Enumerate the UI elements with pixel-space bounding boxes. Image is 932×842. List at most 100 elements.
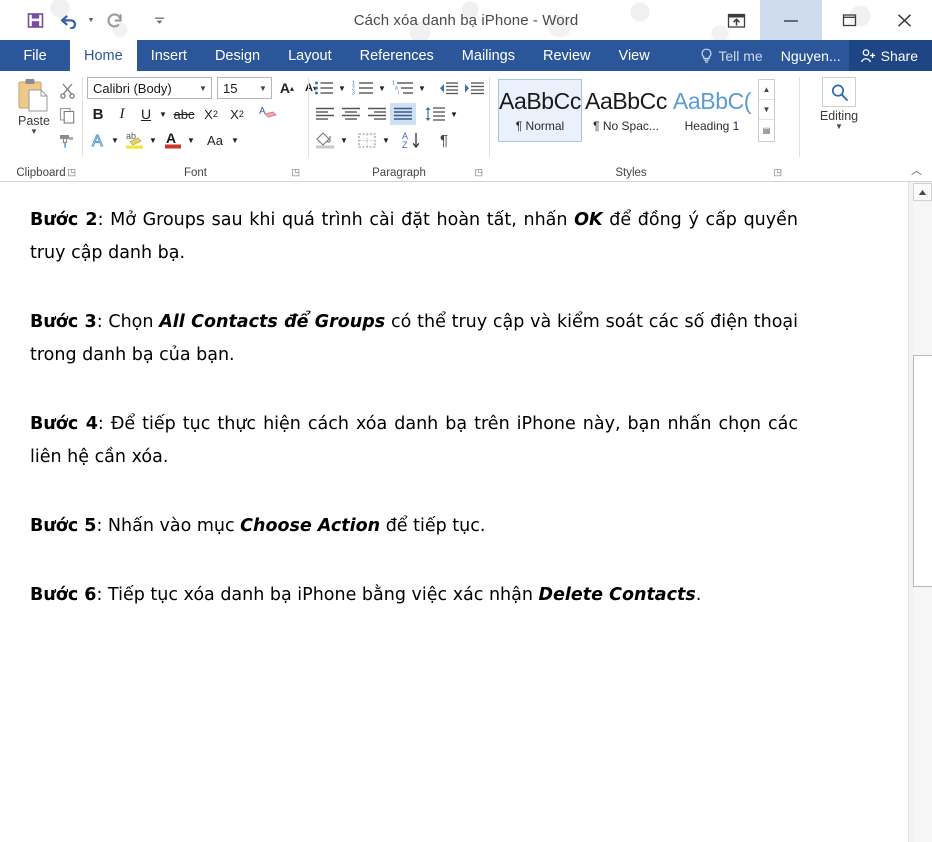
styles-more-button[interactable]: ▤	[759, 120, 774, 140]
numbering-button[interactable]: 1 2 3	[350, 77, 376, 99]
paste-button[interactable]: Paste ▼	[10, 77, 58, 136]
paste-icon	[18, 79, 48, 112]
close-button[interactable]	[876, 0, 932, 40]
paragraph-run: để tiếp tục.	[380, 516, 486, 536]
paragraph-run: : Để tiếp tục thực hiện cách xóa danh bạ…	[30, 414, 798, 467]
paragraph-run-bold: Bước 6	[30, 585, 97, 605]
tab-home[interactable]: Home	[70, 40, 137, 71]
scrollbar-thumb[interactable]	[913, 355, 932, 587]
paragraph-dialog-launcher[interactable]: ◳	[474, 167, 483, 178]
decrease-indent-button[interactable]	[436, 77, 460, 99]
scroll-up-button[interactable]	[913, 183, 932, 201]
tab-file[interactable]: File	[0, 40, 70, 71]
svg-text:A: A	[92, 133, 103, 149]
tab-references[interactable]: References	[346, 40, 448, 71]
underline-dropdown-button[interactable]: ▼	[157, 103, 169, 125]
tab-view[interactable]: View	[605, 40, 664, 71]
highlight-dropdown-button[interactable]: ▼	[147, 129, 159, 151]
clear-formatting-button[interactable]: A	[255, 103, 279, 125]
line-spacing-dropdown-button[interactable]: ▼	[448, 103, 460, 125]
ribbon-tab-bar: File Home Insert Design Layout Reference…	[0, 40, 932, 71]
sort-button[interactable]: A Z	[398, 129, 424, 151]
chevron-down-icon[interactable]: ▼	[255, 84, 271, 93]
borders-button[interactable]	[354, 129, 380, 151]
tab-insert[interactable]: Insert	[137, 40, 201, 71]
superscript-button[interactable]: X2	[225, 103, 249, 125]
style-item-heading-1[interactable]: AaBbC( Heading 1	[670, 79, 754, 142]
bullets-dropdown-button[interactable]: ▼	[336, 77, 348, 99]
styles-dialog-launcher[interactable]: ◳	[773, 167, 782, 178]
copy-button[interactable]	[56, 104, 78, 126]
ribbon-group-editing: Editing ▼	[800, 71, 880, 182]
tab-layout[interactable]: Layout	[274, 40, 346, 71]
show-formatting-marks-button[interactable]: ¶	[432, 129, 456, 151]
minimize-button[interactable]	[760, 0, 822, 40]
italic-button[interactable]: I	[111, 103, 133, 125]
font-size-value: 15	[223, 80, 238, 96]
account-name[interactable]: Nguyen...	[773, 40, 849, 71]
numbering-dropdown-button[interactable]: ▼	[376, 77, 388, 99]
bullet-list-icon	[314, 81, 333, 95]
increase-indent-button[interactable]	[462, 77, 486, 99]
title-bar: ▼ Cách xóa danh bạ iPhone - Word	[0, 0, 932, 40]
collapse-ribbon-button[interactable]: ︿	[911, 162, 922, 178]
style-preview: AaBbC(	[672, 88, 752, 114]
shading-dropdown-button[interactable]: ▼	[338, 129, 350, 151]
borders-dropdown-button[interactable]: ▼	[380, 129, 392, 151]
line-spacing-button[interactable]	[422, 103, 448, 125]
bold-button[interactable]: B	[87, 103, 109, 125]
paragraph-run-bold: Bước 2	[30, 210, 98, 230]
tab-mailings[interactable]: Mailings	[448, 40, 529, 71]
ribbon-display-options-button[interactable]	[712, 0, 760, 40]
text-effects-button[interactable]: A	[87, 129, 109, 151]
bullets-button[interactable]	[312, 77, 336, 99]
editing-button[interactable]: Editing ▼	[813, 77, 865, 131]
font-color-dropdown-button[interactable]: ▼	[185, 129, 197, 151]
maximize-button[interactable]	[822, 0, 876, 40]
paragraph-run-emphasis: OK	[574, 210, 603, 230]
chevron-down-icon[interactable]: ▼	[30, 128, 38, 136]
style-item-no-spacing[interactable]: AaBbCc ¶ No Spac...	[584, 79, 668, 142]
styles-scroll-up-button[interactable]: ▲	[759, 80, 774, 100]
justify-button[interactable]	[390, 103, 416, 125]
tab-design[interactable]: Design	[201, 40, 274, 71]
align-center-button[interactable]	[338, 103, 364, 125]
ribbon-group-styles-label: Styles	[615, 167, 647, 179]
format-painter-button[interactable]	[56, 129, 78, 151]
shading-button[interactable]	[312, 129, 338, 151]
chevron-down-icon[interactable]: ▼	[195, 84, 211, 93]
chevron-down-icon[interactable]: ▼	[835, 123, 843, 131]
highlighter-icon: ab	[126, 131, 143, 149]
text-highlight-color-button[interactable]: ab	[123, 129, 147, 151]
subscript-button[interactable]: X2	[199, 103, 223, 125]
clipboard-dialog-launcher[interactable]: ◳	[67, 167, 76, 178]
align-right-button[interactable]	[364, 103, 390, 125]
svg-text:A: A	[259, 106, 266, 117]
styles-scroll-down-button[interactable]: ▼	[759, 100, 774, 120]
font-name-combo[interactable]: Calibri (Body) ▼	[87, 77, 212, 99]
styles-gallery-scroll: ▲ ▼ ▤	[758, 79, 775, 142]
tab-review[interactable]: Review	[529, 40, 605, 71]
change-case-dropdown-button[interactable]: ▼	[229, 129, 241, 151]
font-color-button[interactable]: A	[161, 129, 185, 151]
multilevel-dropdown-button[interactable]: ▼	[416, 77, 428, 99]
tell-me-button[interactable]: Tell me	[690, 40, 772, 71]
borders-icon	[358, 132, 376, 148]
share-button[interactable]: Share	[848, 40, 932, 71]
maximize-icon	[842, 14, 856, 27]
font-dialog-launcher[interactable]: ◳	[291, 167, 300, 178]
multilevel-list-button[interactable]: 1 a i	[390, 77, 416, 99]
font-size-combo[interactable]: 15 ▼	[217, 77, 272, 99]
style-item-normal[interactable]: AaBbCc ¶ Normal	[498, 79, 582, 142]
document-text[interactable]: Bước 2: Mở Groups sau khi quá trình cài …	[30, 204, 798, 648]
underline-button[interactable]: U	[135, 103, 157, 125]
document-page[interactable]: Bước 2: Mở Groups sau khi quá trình cài …	[0, 182, 908, 842]
grow-font-button[interactable]: A ▴	[276, 77, 298, 99]
cut-button[interactable]	[56, 79, 78, 101]
change-case-button[interactable]: Aa	[201, 129, 229, 151]
text-effects-dropdown-button[interactable]: ▼	[109, 129, 121, 151]
style-preview: AaBbCc	[499, 88, 581, 114]
align-left-button[interactable]	[312, 103, 338, 125]
vertical-scrollbar[interactable]	[908, 182, 932, 842]
strikethrough-button[interactable]: abc	[171, 103, 197, 125]
